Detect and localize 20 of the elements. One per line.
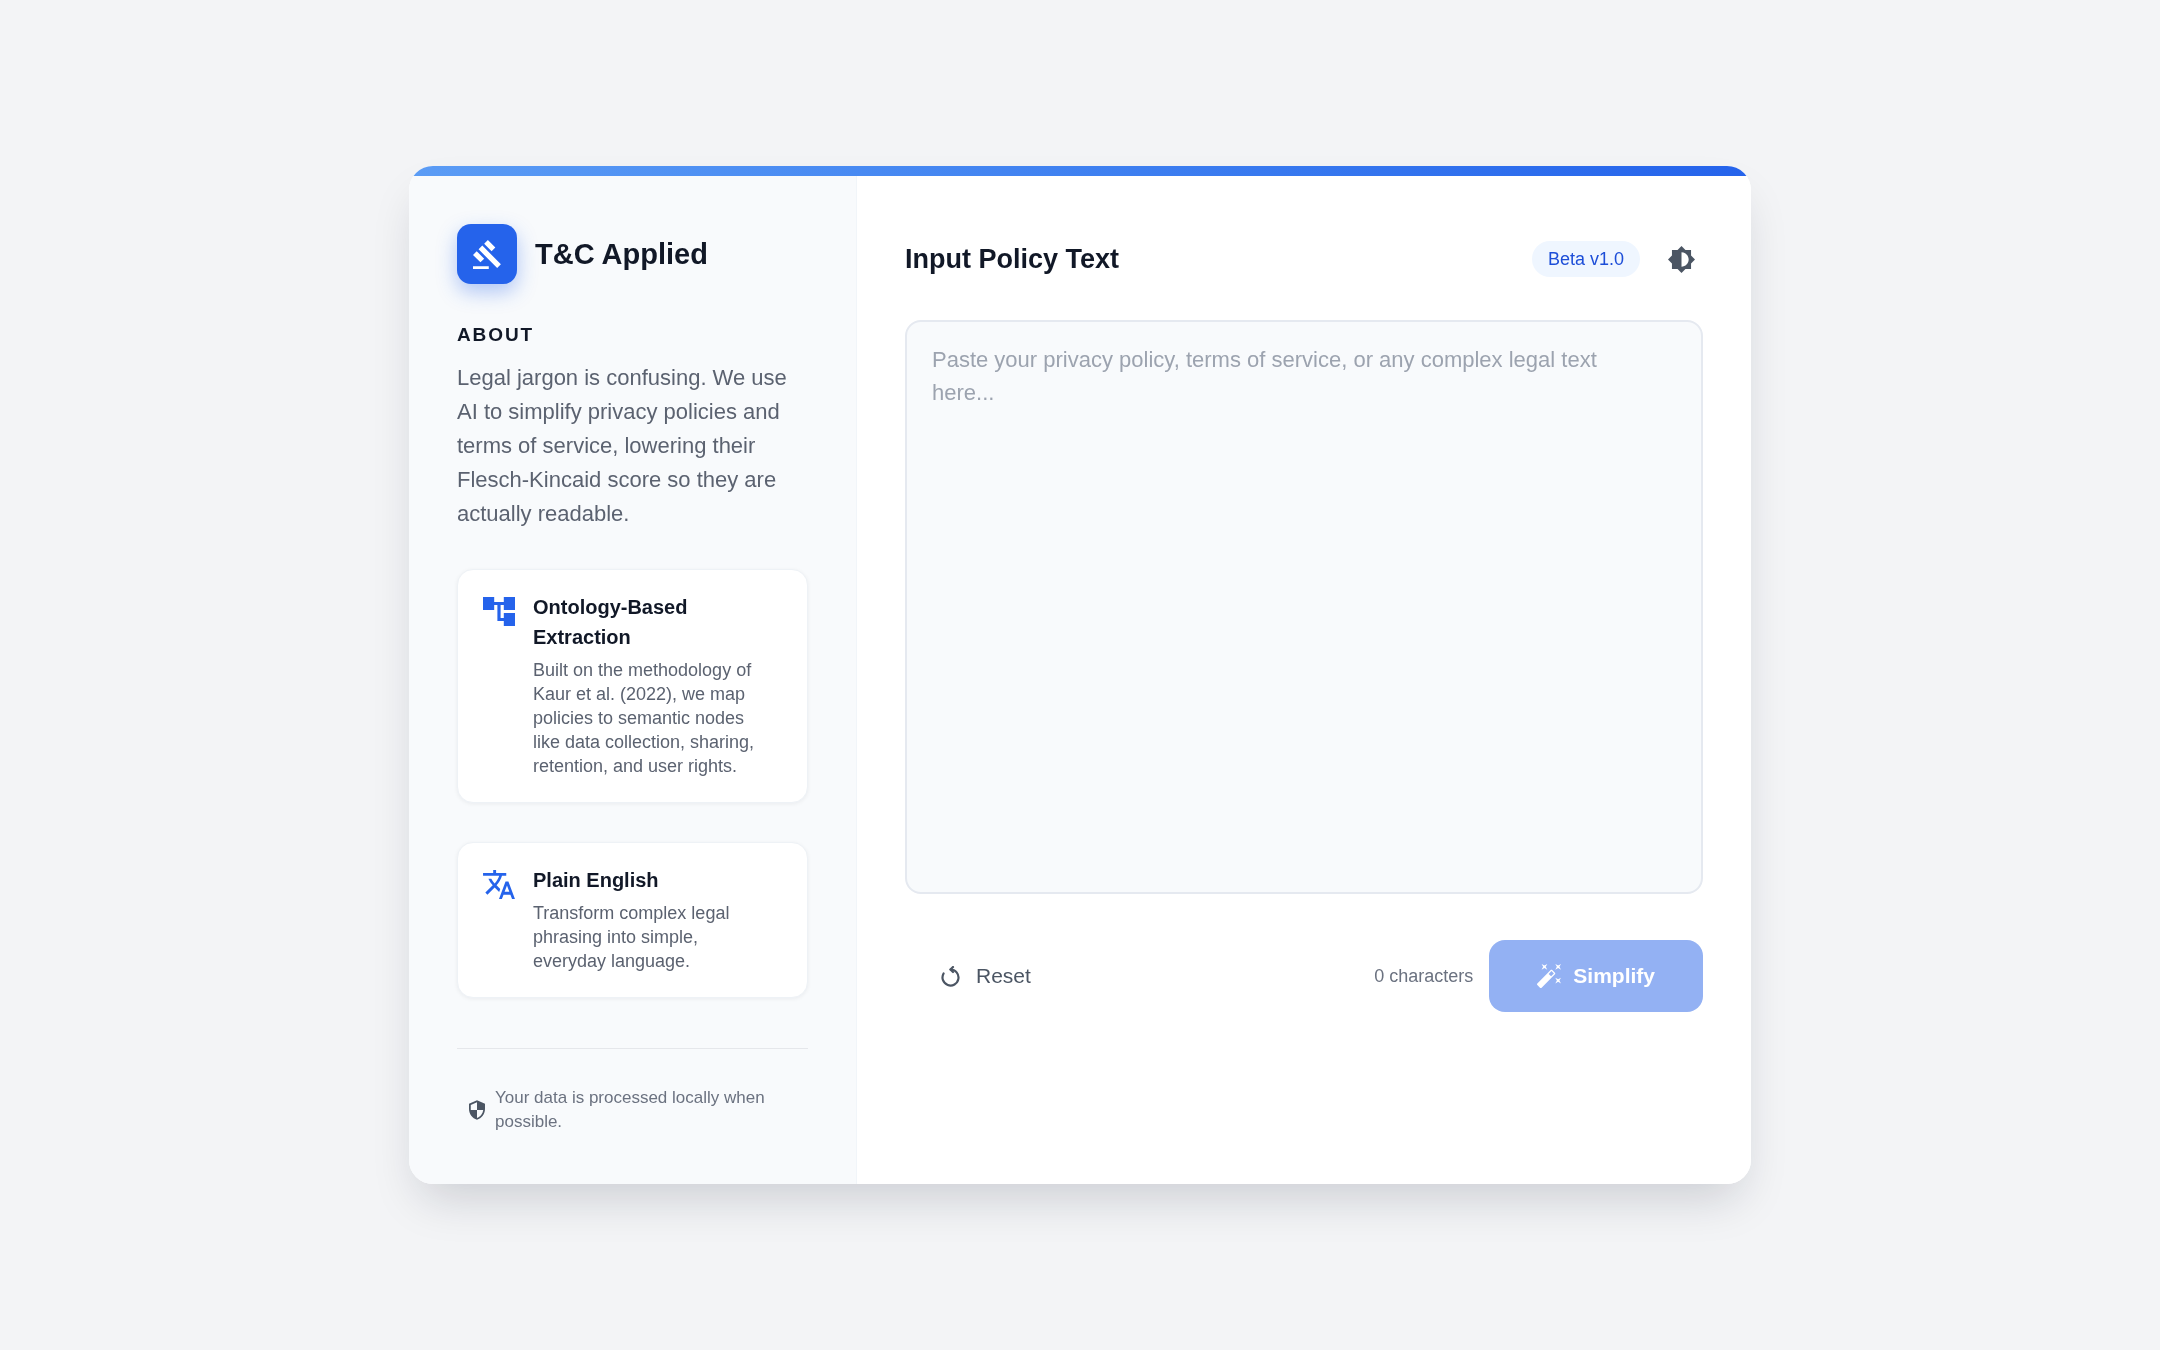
character-count: 0 characters bbox=[1374, 964, 1474, 988]
app-title: T&C Applied bbox=[535, 237, 708, 272]
version-badge: Beta v1.0 bbox=[1531, 241, 1640, 277]
feature-description: Transform complex legal phrasing into simple, everyday language. bbox=[533, 902, 731, 973]
feature-title: Plain English bbox=[533, 868, 660, 893]
panel-title: Input Policy Text bbox=[905, 242, 1120, 276]
translate-icon bbox=[483, 870, 515, 899]
feature-description: Built on the methodology of Kaur et al. (2022), we map policies to semantic nodes like data collection, sharing, retention, and user rights. bbox=[533, 659, 756, 778]
reset-button[interactable]: Reset bbox=[925, 948, 1047, 1004]
section-heading: ABOUT bbox=[457, 323, 536, 347]
magic-wand-icon bbox=[1537, 964, 1562, 988]
brightness-icon bbox=[1668, 245, 1695, 273]
privacy-note: Your data is processed locally when possible. bbox=[495, 1087, 766, 1133]
shield-icon bbox=[469, 1100, 485, 1120]
gavel-icon bbox=[457, 224, 517, 284]
reset-icon bbox=[941, 965, 960, 987]
policy-text-input[interactable]: Paste your privacy policy, terms of service, or any complex legal text here... bbox=[905, 320, 1703, 894]
feature-title: Ontology-Based Extraction bbox=[533, 595, 689, 650]
hierarchy-icon bbox=[483, 597, 515, 626]
about-text: Legal jargon is confusing. We use AI to simplify privacy policies and terms of service, lowering their Flesch-Kincaid score so they are actually readable. bbox=[457, 364, 788, 528]
